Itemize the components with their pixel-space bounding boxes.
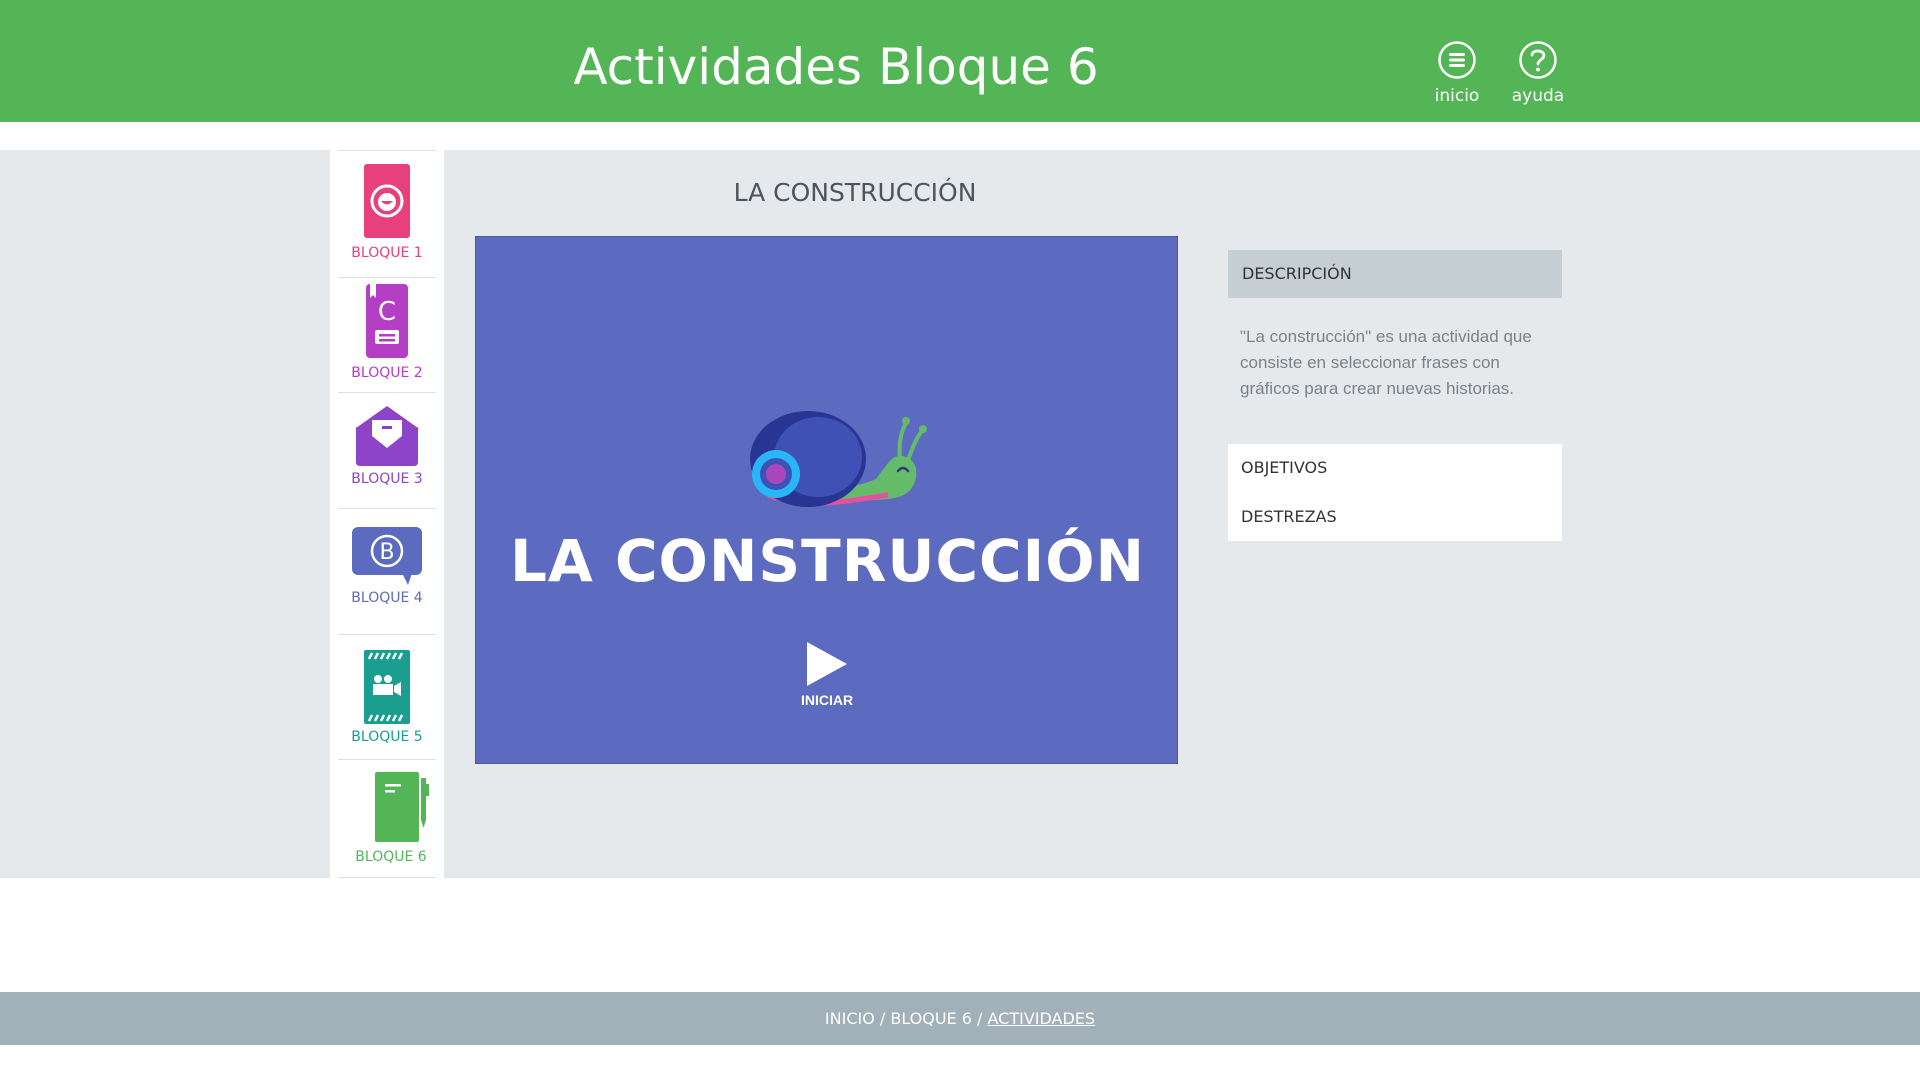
sidebar-divider bbox=[338, 277, 436, 278]
snail-logo-icon bbox=[738, 407, 928, 517]
breadcrumb: INICIO / BLOQUE 6 / ACTIVIDADES bbox=[0, 992, 1920, 1045]
objetivos-link[interactable]: OBJETIVOS bbox=[1241, 458, 1327, 477]
sidebar-item-label: BLOQUE 2 bbox=[351, 365, 423, 381]
sidebar-divider bbox=[338, 877, 436, 878]
sidebar: BLOQUE 1 C BLOQUE 2 BLOQUE 3 B BLOQUE 4 … bbox=[330, 150, 444, 878]
stage-heading: LA CONSTRUCCIÓN bbox=[509, 527, 1146, 595]
speech-bubble-b-icon: B bbox=[338, 527, 436, 590]
iniciar-button[interactable]: INICIAR bbox=[797, 640, 857, 720]
svg-text:C: C bbox=[378, 297, 396, 327]
notebook-pen-icon bbox=[360, 770, 436, 849]
play-icon bbox=[797, 640, 857, 688]
iniciar-label: INICIAR bbox=[800, 692, 854, 708]
sidebar-item-bloque-6[interactable]: BLOQUE 6 bbox=[338, 770, 436, 865]
ayuda-button[interactable]: ayuda bbox=[1498, 40, 1578, 106]
ayuda-label: ayuda bbox=[1511, 86, 1565, 106]
activity-title: LA CONSTRUCCIÓN bbox=[733, 178, 977, 207]
description-heading[interactable]: DESCRIPCIÓN bbox=[1228, 250, 1562, 298]
envelope-heart-icon bbox=[338, 406, 436, 471]
sidebar-item-bloque-2[interactable]: C BLOQUE 2 bbox=[338, 284, 436, 381]
sidebar-item-label: BLOQUE 5 bbox=[351, 729, 423, 745]
inicio-button[interactable]: inicio bbox=[1417, 40, 1497, 106]
sidebar-item-label: BLOQUE 3 bbox=[351, 471, 423, 487]
sidebar-item-label: BLOQUE 1 bbox=[351, 245, 423, 261]
top-header: Actividades Bloque 6 inicio ayuda bbox=[0, 0, 1920, 122]
help-circle-icon bbox=[1498, 40, 1578, 80]
breadcrumb-path[interactable]: INICIO / BLOQUE 6 / bbox=[825, 1009, 988, 1028]
inicio-label: inicio bbox=[1434, 86, 1480, 106]
breadcrumb-current[interactable]: ACTIVIDADES bbox=[988, 1009, 1096, 1028]
portrait-card-icon bbox=[338, 164, 436, 245]
sidebar-divider bbox=[338, 392, 436, 393]
description-text: "La construcción" es una actividad que c… bbox=[1240, 327, 1532, 398]
activity-stage: LA CONSTRUCCIÓN INICIAR bbox=[475, 236, 1178, 764]
sidebar-divider bbox=[338, 634, 436, 635]
sidebar-item-bloque-3[interactable]: BLOQUE 3 bbox=[338, 406, 436, 487]
svg-text:B: B bbox=[379, 540, 394, 565]
sidebar-divider bbox=[338, 759, 436, 760]
menu-circle-icon bbox=[1417, 40, 1497, 80]
info-links-box: OBJETIVOS DESTREZAS bbox=[1228, 444, 1562, 541]
sidebar-divider bbox=[338, 508, 436, 509]
sidebar-item-bloque-4[interactable]: B BLOQUE 4 bbox=[338, 527, 436, 606]
sidebar-item-label: BLOQUE 4 bbox=[351, 590, 423, 606]
sidebar-item-bloque-5[interactable]: BLOQUE 5 bbox=[338, 650, 436, 745]
sidebar-item-label: BLOQUE 6 bbox=[355, 849, 427, 865]
destrezas-link[interactable]: DESTREZAS bbox=[1241, 507, 1337, 526]
sidebar-divider bbox=[338, 150, 436, 151]
letter-c-book-icon: C bbox=[338, 284, 436, 365]
clapperboard-icon bbox=[338, 650, 436, 729]
sidebar-item-bloque-1[interactable]: BLOQUE 1 bbox=[338, 164, 436, 261]
